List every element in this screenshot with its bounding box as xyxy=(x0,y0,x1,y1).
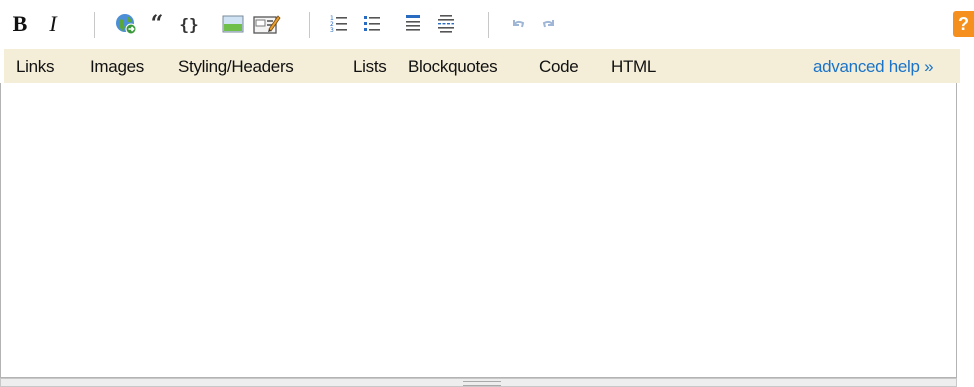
resize-handle[interactable] xyxy=(0,378,957,387)
advanced-help-link[interactable]: advanced help » xyxy=(813,57,934,77)
redo-button[interactable] xyxy=(540,12,558,36)
help-tab-code[interactable]: Code xyxy=(539,57,579,77)
redo-icon xyxy=(542,20,554,28)
blockquote-icon: “ xyxy=(150,11,164,37)
toolbar-separator xyxy=(488,12,489,38)
bold-button[interactable]: B xyxy=(11,11,29,36)
bulleted-list-icon xyxy=(364,16,380,31)
grip-icon xyxy=(463,381,501,386)
help-tab-links[interactable]: Links xyxy=(16,57,54,77)
horizontal-rule-button[interactable] xyxy=(436,12,456,36)
help-tab-images[interactable]: Images xyxy=(90,57,144,77)
snippet-icon xyxy=(253,15,281,34)
ordered-list-icon: 1 2 3 xyxy=(330,15,347,34)
undo-icon xyxy=(513,20,525,28)
svg-text:3: 3 xyxy=(330,27,334,34)
help-tab-lists[interactable]: Lists xyxy=(353,57,387,77)
link-icon xyxy=(116,14,137,35)
toolbar-separator xyxy=(94,12,95,38)
help-tab-styling-headers[interactable]: Styling/Headers xyxy=(178,57,294,77)
heading-icon xyxy=(406,15,420,31)
markdown-help-bar: Links Images Styling/Headers Lists Block… xyxy=(4,49,960,83)
help-tab-blockquotes[interactable]: Blockquotes xyxy=(408,57,498,77)
image-button[interactable] xyxy=(222,12,244,36)
snippet-button[interactable] xyxy=(252,12,282,36)
undo-button[interactable] xyxy=(509,12,527,36)
help-button[interactable]: ? xyxy=(953,11,974,37)
ordered-list-button[interactable]: 1 2 3 xyxy=(329,12,349,36)
editor-toolbar: B I “ {} 1 2 3 ? xyxy=(0,0,974,48)
heading-button[interactable] xyxy=(404,12,422,36)
bulleted-list-button[interactable] xyxy=(362,12,382,36)
italic-button[interactable]: I xyxy=(45,11,61,36)
code-icon: {} xyxy=(179,14,199,34)
toolbar-separator xyxy=(309,12,310,38)
blockquote-button[interactable]: “ xyxy=(146,11,168,37)
horizontal-rule-icon xyxy=(438,15,454,33)
link-button[interactable] xyxy=(113,12,139,36)
help-tab-html[interactable]: HTML xyxy=(611,57,656,77)
image-icon xyxy=(222,15,244,33)
markdown-editor-textarea[interactable] xyxy=(0,83,957,378)
code-button[interactable]: {} xyxy=(175,12,203,36)
